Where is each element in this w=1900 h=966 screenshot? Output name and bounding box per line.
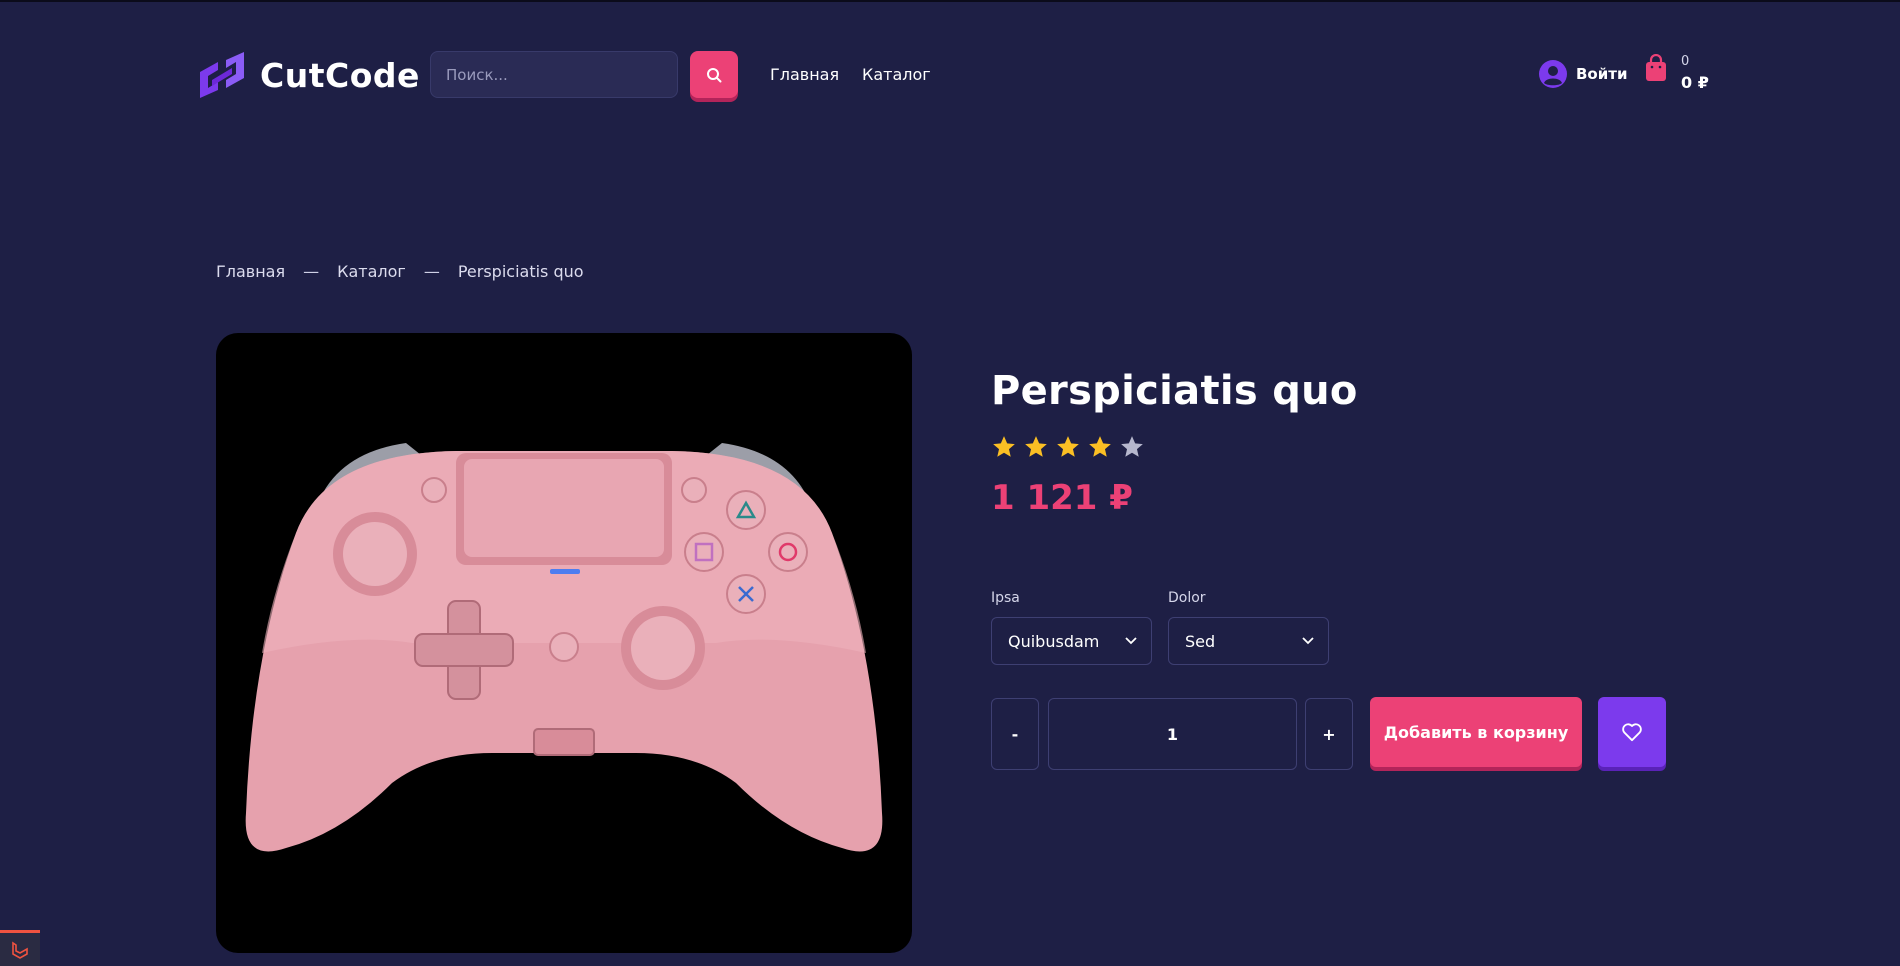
logo-icon (200, 52, 244, 98)
shopping-bag-icon (1646, 54, 1666, 81)
add-to-favorites-button[interactable] (1598, 697, 1666, 767)
breadcrumb-catalog[interactable]: Каталог (337, 262, 406, 281)
cart-count: 0 (1681, 54, 1690, 69)
quantity-input[interactable] (1048, 698, 1297, 770)
breadcrumb-home[interactable]: Главная (216, 262, 285, 281)
option-select-dolor[interactable]: Sed (1168, 617, 1329, 665)
search-icon (707, 67, 722, 82)
pink-gamepad-image (245, 443, 883, 852)
star-empty-icon (1121, 436, 1143, 457)
rating-stars (991, 434, 1145, 460)
logo[interactable]: CutCode (196, 50, 420, 100)
top-border (0, 0, 1900, 2)
breadcrumb: Главная — Каталог — Perspiciatis quo (216, 262, 584, 281)
chevron-down-icon (1302, 637, 1314, 645)
laravel-icon (12, 941, 28, 959)
star-filled-icon (993, 436, 1015, 457)
debugbar-toggle[interactable] (0, 930, 40, 966)
star-filled-icon (1057, 436, 1079, 457)
option-value: Quibusdam (1008, 631, 1100, 651)
add-to-cart-button[interactable]: Добавить в корзину (1370, 697, 1582, 767)
product-image (216, 333, 912, 953)
option-label-dolor: Dolor (1168, 590, 1206, 606)
login-button[interactable]: Войти (1539, 60, 1627, 88)
product-title: Perspiciatis quo (991, 368, 1358, 414)
chevron-down-icon (1125, 637, 1137, 645)
nav-link-catalog[interactable]: Каталог (862, 65, 931, 84)
nav-link-home[interactable]: Главная (770, 65, 839, 84)
search-button[interactable] (690, 51, 738, 98)
option-select-ipsa[interactable]: Quibusdam (991, 617, 1152, 665)
logo-text: CutCode (260, 55, 420, 95)
option-value: Sed (1185, 631, 1216, 651)
product-price: 1 121 ₽ (991, 478, 1133, 518)
star-filled-icon (1025, 436, 1047, 457)
star-filled-icon (1089, 436, 1111, 457)
heart-icon (1622, 723, 1642, 742)
breadcrumb-separator: — (423, 262, 440, 281)
login-label: Войти (1576, 65, 1628, 83)
user-icon (1539, 60, 1567, 88)
cart-total: 0 ₽ (1681, 73, 1709, 92)
quantity-decrease-button[interactable]: - (991, 698, 1039, 770)
breadcrumb-separator: — (303, 262, 320, 281)
search-input[interactable] (430, 51, 678, 98)
option-label-ipsa: Ipsa (991, 590, 1020, 606)
breadcrumb-current: Perspiciatis quo (457, 262, 584, 281)
quantity-increase-button[interactable]: + (1305, 698, 1353, 770)
cart-button[interactable]: 0 0 ₽ (1645, 54, 1709, 92)
